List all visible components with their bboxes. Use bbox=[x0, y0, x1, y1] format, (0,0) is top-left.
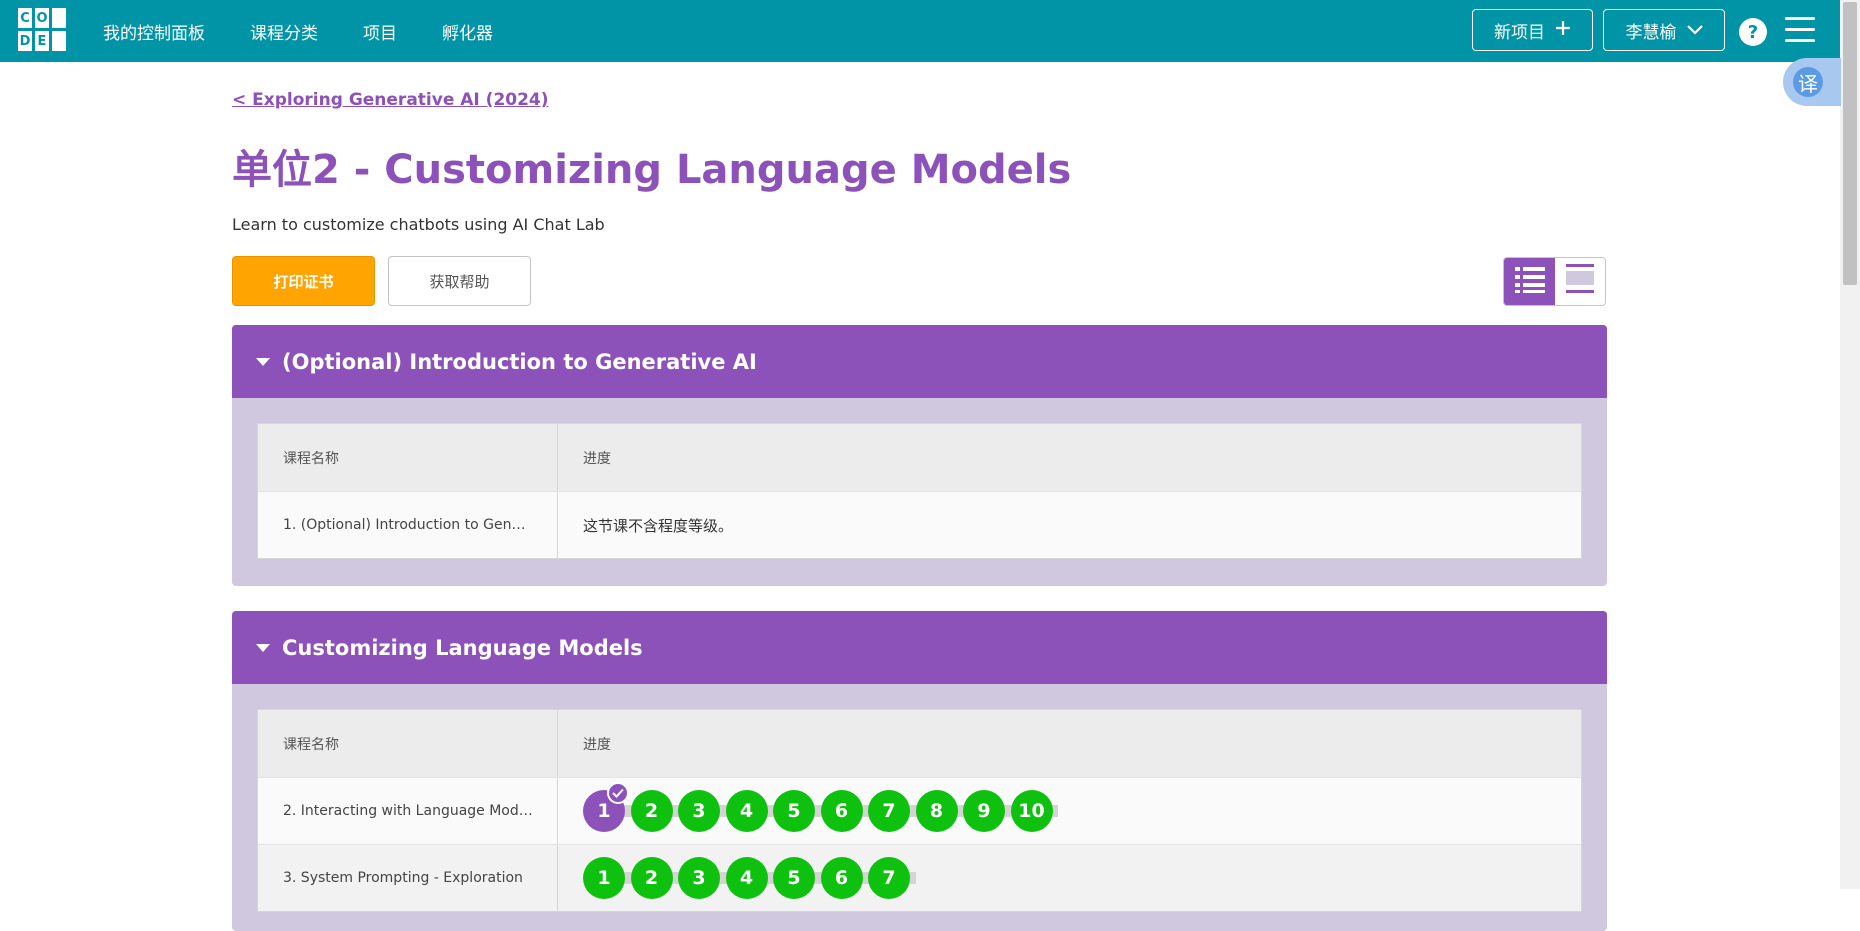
checkmark-icon bbox=[607, 782, 629, 804]
main-nav: 我的控制面板 课程分类 项目 孵化器 bbox=[103, 0, 538, 62]
top-navigation-bar: C O D E 我的控制面板 课程分类 项目 孵化器 新项目 李慧榆 ? bbox=[0, 0, 1840, 62]
level-bubble[interactable]: 6 bbox=[820, 790, 863, 832]
lesson-name[interactable]: 3. System Prompting - Exploration bbox=[258, 845, 558, 911]
lesson-table: 课程名称 进度 2. Interacting with Language Mod… bbox=[257, 709, 1582, 912]
user-menu-button[interactable]: 李慧榆 bbox=[1603, 9, 1725, 51]
lesson-table: 课程名称 进度 1. (Optional) Introduction to Ge… bbox=[257, 423, 1582, 559]
lesson-name[interactable]: 1. (Optional) Introduction to Generative… bbox=[258, 492, 558, 558]
nav-item-incubator[interactable]: 孵化器 bbox=[442, 19, 493, 44]
plus-icon bbox=[1555, 20, 1571, 41]
unit-description: Learn to customize chatbots using AI Cha… bbox=[232, 215, 605, 234]
column-header-progress: 进度 bbox=[583, 450, 611, 467]
level-bubble[interactable]: 6 bbox=[820, 857, 863, 899]
scrollbar-thumb[interactable] bbox=[1843, 2, 1857, 285]
table-header-row: 课程名称 进度 bbox=[258, 424, 1581, 491]
code-org-logo[interactable]: C O D E bbox=[18, 8, 66, 54]
level-bubble[interactable]: 7 bbox=[868, 857, 910, 899]
chevron-down-icon bbox=[1686, 20, 1703, 40]
caret-down-icon bbox=[256, 357, 270, 366]
table-header-row: 课程名称 进度 bbox=[258, 710, 1581, 777]
detail-view-icon bbox=[1565, 263, 1595, 300]
print-certificate-button[interactable]: 打印证书 bbox=[232, 256, 375, 306]
translate-button[interactable]: 译 bbox=[1783, 58, 1841, 106]
list-view-button[interactable] bbox=[1504, 258, 1555, 305]
caret-down-icon bbox=[256, 643, 270, 652]
level-bubbles: 1 2 3 4 5 6 7 8 9 10 bbox=[583, 782, 1058, 832]
logo-letter: D bbox=[18, 31, 32, 51]
level-bubble[interactable]: 2 bbox=[630, 790, 673, 832]
level-bubble[interactable]: 2 bbox=[630, 857, 673, 899]
table-row: 2. Interacting with Language Models 1234… bbox=[258, 777, 1581, 844]
level-bubble[interactable]: 5 bbox=[773, 790, 815, 832]
back-to-course-link[interactable]: < Exploring Generative AI (2024) bbox=[232, 90, 549, 110]
hamburger-menu-icon[interactable] bbox=[1785, 17, 1815, 43]
lesson-group-header[interactable]: (Optional) Introduction to Generative AI bbox=[232, 325, 1607, 398]
lesson-group-header[interactable]: Customizing Language Models bbox=[232, 611, 1607, 684]
level-bubble[interactable]: 5 bbox=[773, 857, 815, 899]
column-header-progress: 进度 bbox=[583, 736, 611, 753]
level-bubble[interactable]: 3 bbox=[678, 790, 720, 832]
level-bubble[interactable]: 8 bbox=[915, 790, 958, 832]
nav-item-dashboard[interactable]: 我的控制面板 bbox=[103, 19, 205, 44]
logo-letter: E bbox=[35, 31, 49, 51]
nav-item-projects[interactable]: 项目 bbox=[363, 19, 397, 44]
logo-letter: O bbox=[35, 8, 49, 28]
level-bubble[interactable]: 10 bbox=[1010, 790, 1053, 832]
level-bubbles: 1234567 bbox=[583, 857, 916, 899]
page-title: 单位2 - Customizing Language Models bbox=[232, 147, 1072, 193]
level-bubble[interactable]: 9 bbox=[963, 790, 1005, 832]
new-project-label: 新项目 bbox=[1494, 22, 1545, 43]
list-view-icon bbox=[1514, 266, 1545, 298]
user-name: 李慧榆 bbox=[1625, 22, 1677, 43]
translate-icon: 译 bbox=[1793, 67, 1823, 97]
nav-item-course-catalog[interactable]: 课程分类 bbox=[250, 19, 318, 44]
level-bubble[interactable]: 4 bbox=[725, 790, 768, 832]
no-levels-text: 这节课不含程度等级。 bbox=[583, 516, 734, 535]
table-row: 1. (Optional) Introduction to Generative… bbox=[258, 491, 1581, 558]
logo-letter: C bbox=[18, 8, 32, 28]
get-help-button[interactable]: 获取帮助 bbox=[388, 256, 531, 306]
level-bubble[interactable]: 4 bbox=[725, 857, 768, 899]
logo-letter bbox=[52, 31, 66, 51]
lesson-name-text: 2. Interacting with Language Models bbox=[283, 803, 533, 819]
lesson-group-title: Customizing Language Models bbox=[282, 635, 643, 660]
lesson-name-text: 3. System Prompting - Exploration bbox=[283, 870, 523, 886]
detail-view-button[interactable] bbox=[1555, 258, 1605, 305]
view-toggle bbox=[1503, 257, 1606, 306]
logo-letter bbox=[52, 8, 66, 28]
level-bubble[interactable]: 7 bbox=[868, 790, 910, 832]
lesson-group-section: (Optional) Introduction to Generative AI… bbox=[232, 325, 1607, 586]
level-bubble[interactable]: 1 bbox=[583, 782, 629, 832]
level-bubble[interactable]: 1 bbox=[583, 857, 625, 899]
lesson-group-title: (Optional) Introduction to Generative AI bbox=[282, 349, 757, 374]
table-row: 3. System Prompting - Exploration 123456… bbox=[258, 844, 1581, 911]
lesson-name[interactable]: 2. Interacting with Language Models bbox=[258, 778, 558, 844]
level-bubble[interactable]: 3 bbox=[678, 857, 720, 899]
lesson-group-section: Customizing Language Models 课程名称 进度 2. I… bbox=[232, 611, 1607, 931]
column-header-lesson-name: 课程名称 bbox=[258, 424, 558, 491]
column-header-lesson-name: 课程名称 bbox=[258, 710, 558, 777]
progress-cell: 1 2 3 4 5 6 7 8 9 10 bbox=[558, 778, 1581, 844]
lesson-name-text: 1. (Optional) Introduction to Generative… bbox=[283, 517, 533, 533]
help-icon[interactable]: ? bbox=[1739, 18, 1767, 46]
progress-cell: 1234567 bbox=[558, 845, 1581, 911]
new-project-button[interactable]: 新项目 bbox=[1472, 9, 1593, 51]
